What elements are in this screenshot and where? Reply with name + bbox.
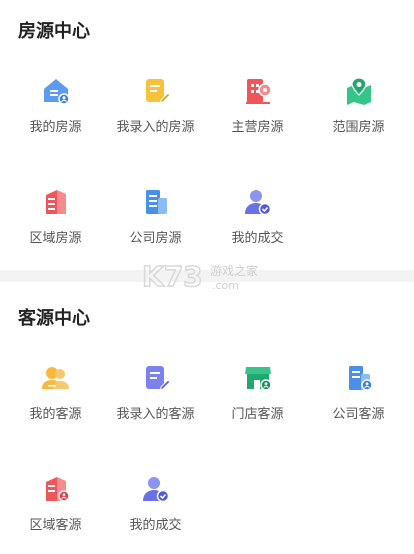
user-check-icon (142, 477, 169, 503)
user-check-icon (244, 190, 271, 216)
house-item-label: 我的房源 (29, 120, 82, 135)
client-item-label: 门店客源 (231, 407, 284, 422)
company-person-icon (348, 366, 373, 391)
house-item-label: 区域房源 (29, 231, 82, 246)
client-center-section: 客源中心 我的客源 我录入的客源 门店客源 公司客源 区域客源 我的成交 (0, 282, 414, 554)
house-center-section: 房源中心 我的房源 我录入的房源 主营房源 范围房源 区域房源 公司房源 我的成… (0, 0, 414, 270)
house-item-label: 我的成交 (231, 231, 284, 246)
region-person-icon (45, 477, 70, 502)
client-item-label: 我的客源 (29, 407, 82, 422)
client-item-my[interactable]: 我的客源 (4, 363, 107, 422)
map-pin-icon (346, 77, 371, 105)
house-item-label: 范围房源 (332, 120, 385, 135)
client-item-deals[interactable]: 我的成交 (104, 474, 207, 533)
watermark-sub-text: 游戏之家 (210, 263, 258, 278)
company-building-icon (145, 190, 167, 214)
client-item-label: 公司客源 (332, 407, 385, 422)
store-icon (244, 367, 272, 391)
client-item-label: 我录入的客源 (116, 407, 195, 422)
client-center-title: 客源中心 (18, 308, 90, 329)
house-item-deals[interactable]: 我的成交 (206, 187, 309, 246)
house-item-company[interactable]: 公司房源 (104, 187, 207, 246)
users-icon (41, 367, 69, 389)
client-item-company[interactable]: 公司客源 (307, 363, 410, 422)
house-item-my[interactable]: 我的房源 (4, 76, 107, 135)
client-item-entered[interactable]: 我录入的客源 (104, 363, 207, 422)
house-item-range[interactable]: 范围房源 (307, 76, 410, 135)
house-item-label: 我录入的房源 (116, 120, 195, 135)
client-item-region[interactable]: 区域客源 (4, 474, 107, 533)
client-item-label: 我的成交 (129, 518, 182, 533)
house-item-entered[interactable]: 我录入的房源 (104, 76, 207, 135)
region-building-icon (45, 190, 66, 214)
house-person-icon (43, 79, 70, 105)
client-item-store[interactable]: 门店客源 (206, 363, 309, 422)
house-item-main[interactable]: 主营房源 (206, 76, 309, 135)
building-pin-icon (245, 79, 272, 104)
house-item-region[interactable]: 区域房源 (4, 187, 107, 246)
house-item-label: 公司房源 (129, 231, 182, 246)
document-edit-icon (145, 79, 171, 104)
document-edit-icon (145, 366, 171, 391)
house-center-title: 房源中心 (18, 21, 90, 42)
house-item-label: 主营房源 (231, 120, 284, 135)
client-item-label: 区域客源 (29, 518, 82, 533)
